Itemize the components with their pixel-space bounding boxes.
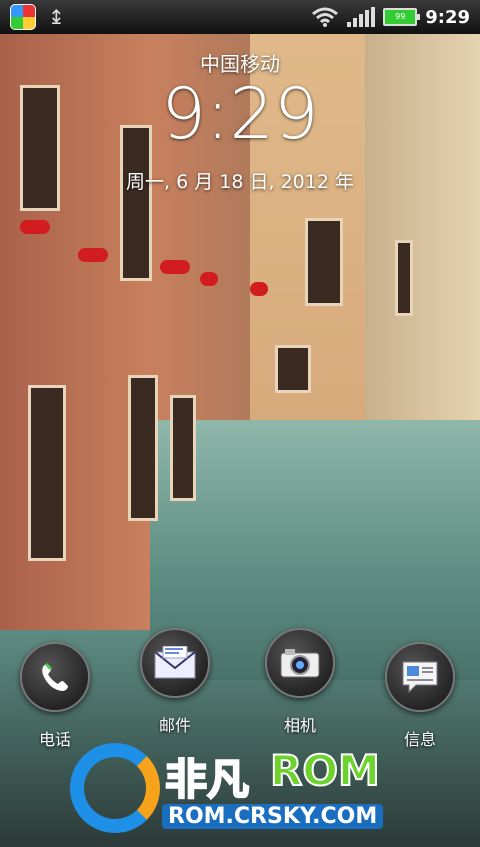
signal-bars-icon bbox=[347, 7, 376, 27]
watermark-url: ROM.CRSKY.COM bbox=[162, 804, 384, 829]
mail-icon bbox=[140, 628, 210, 698]
mail-shortcut[interactable]: 邮件 bbox=[130, 628, 220, 736]
watermark-ring-icon bbox=[70, 743, 160, 833]
status-time: 9:29 bbox=[425, 6, 470, 28]
colorful-square-icon bbox=[10, 4, 36, 30]
camera-icon bbox=[265, 628, 335, 698]
wallpaper-flowers bbox=[78, 248, 108, 262]
lockscreen-clock-widget: 中国移动 9:29 周一, 6 月 18 日, 2012 年 bbox=[0, 48, 480, 194]
message-shortcut[interactable]: 信息 bbox=[375, 642, 465, 750]
wallpaper-window bbox=[275, 345, 311, 393]
watermark-brand: 非凡 bbox=[164, 754, 250, 805]
wallpaper-flowers bbox=[20, 220, 50, 234]
wallpaper-window bbox=[170, 395, 196, 501]
wallpaper-window bbox=[128, 375, 158, 521]
wallpaper-flowers bbox=[200, 272, 218, 286]
camera-shortcut[interactable]: 相机 bbox=[255, 628, 345, 736]
wallpaper-window bbox=[28, 385, 66, 561]
usb-icon: ↨ bbox=[48, 5, 65, 29]
wallpaper-window bbox=[395, 240, 413, 316]
message-icon bbox=[385, 642, 455, 712]
lockscreen-date: 周一, 6 月 18 日, 2012 年 bbox=[126, 171, 354, 193]
mail-label: 邮件 bbox=[158, 716, 191, 735]
camera-label: 相机 bbox=[283, 716, 316, 735]
status-bar[interactable]: ↨ 99 9:29 bbox=[0, 0, 480, 34]
wallpaper-flowers bbox=[160, 260, 190, 274]
watermark-rom: ROM bbox=[269, 745, 381, 796]
wallpaper-window bbox=[305, 218, 343, 306]
wifi-icon bbox=[312, 7, 339, 27]
lockscreen-clock: 9:29 bbox=[161, 73, 319, 155]
wallpaper-flowers bbox=[250, 282, 268, 296]
phone-shortcut[interactable]: 电话 bbox=[10, 642, 100, 750]
watermark-logo: 非凡 ROM ROM.CRSKY.COM bbox=[70, 738, 480, 847]
battery-icon: 99 bbox=[383, 8, 421, 26]
phone-icon bbox=[20, 642, 90, 712]
